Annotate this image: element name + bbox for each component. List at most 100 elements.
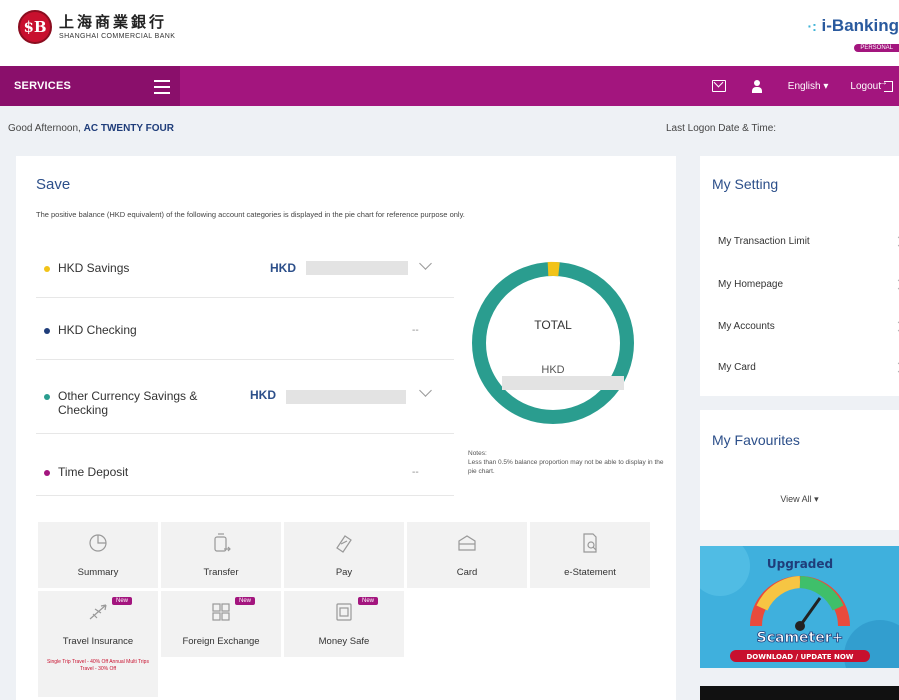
account-name: Other Currency Savings & Checking [58, 389, 198, 417]
new-badge: New [234, 597, 255, 605]
pay-icon [336, 535, 352, 553]
greeting-bar: Good Afternoon, AC TWENTY FOUR Last Logo… [0, 106, 899, 150]
tile-e-statement[interactable]: e-Statement [530, 522, 650, 588]
account-name: HKD Savings [58, 261, 130, 275]
sparkle-icon: ·: [807, 18, 817, 34]
donut-ring [472, 262, 634, 424]
account-row-other-currency[interactable]: Other Currency Savings & Checking HKD [36, 360, 454, 434]
transfer-icon [214, 533, 231, 552]
bank-logo-mark: $B [18, 10, 52, 44]
save-description: The positive balance (HKD equivalent) of… [36, 210, 465, 219]
view-all-link[interactable]: View All ▾ [700, 494, 899, 505]
logout-button[interactable]: Logout [850, 77, 893, 92]
time-deposit-dot [44, 470, 50, 476]
language-select[interactable]: English ▾ [788, 81, 829, 92]
account-currency: HKD [270, 261, 296, 275]
chart-notes: Notes: Less than 0.5% balance proportion… [468, 449, 664, 476]
chevron-right-icon [893, 321, 899, 332]
scameter-banner[interactable]: Upgraded Scameter+ DOWNLOAD / UPDATE NOW [700, 546, 899, 668]
banner-headline: Upgraded [767, 557, 833, 571]
secondary-banner[interactable] [700, 686, 899, 700]
setting-label: My Card [718, 362, 756, 373]
chevron-right-icon [893, 236, 899, 247]
tile-label: Summary [77, 567, 119, 578]
scameter-banner-art: Upgraded Scameter+ DOWNLOAD / UPDATE NOW [700, 546, 899, 668]
notes-text: Less than 0.5% balance proportion may no… [468, 459, 664, 475]
greeting-prefix: Good Afternoon, [8, 123, 84, 134]
travel-promo: Single Trip Travel - 40% Off Annual Mult… [47, 659, 149, 672]
save-title: Save [36, 176, 71, 193]
account-row-time-deposit[interactable]: Time Deposit -- [36, 434, 454, 496]
hkd-checking-dot [44, 328, 50, 334]
my-setting-card: My Setting My Transaction Limit My Homep… [700, 156, 899, 396]
tile-card[interactable]: Card [407, 522, 527, 588]
ibanking-title: i-Banking [821, 16, 899, 35]
chevron-right-icon [893, 362, 899, 373]
tile-label: Travel Insurance [62, 636, 134, 647]
balance-placeholder [286, 390, 406, 404]
notes-title: Notes: [468, 450, 487, 457]
ibanking-brand: ·: i-Banking PERSONAL [807, 16, 899, 54]
safe-icon [336, 603, 352, 621]
tile-money-safe[interactable]: New Money Safe [284, 591, 404, 657]
my-setting-title: My Setting [712, 176, 779, 192]
account-name: HKD Checking [58, 323, 137, 337]
tile-label: Transfer [203, 567, 239, 578]
tile-label: Card [456, 567, 478, 578]
new-badge: New [357, 597, 378, 605]
donut-total-placeholder [502, 376, 624, 390]
statement-icon [583, 533, 597, 553]
setting-label: My Accounts [718, 321, 775, 332]
balance-donut-chart [472, 261, 634, 424]
donut-currency: HKD [541, 364, 565, 376]
new-badge: New [111, 597, 132, 605]
setting-transaction-limit[interactable]: My Transaction Limit [718, 236, 899, 247]
mail-icon[interactable] [711, 80, 726, 92]
other-currency-dot [44, 394, 50, 400]
account-row-hkd-checking[interactable]: HKD Checking -- [36, 298, 454, 360]
banner-product: Scameter+ [757, 630, 844, 646]
tile-transfer[interactable]: Transfer [161, 522, 281, 588]
clock-chart-icon [89, 534, 107, 552]
save-panel: Save The positive balance (HKD equivalen… [16, 156, 676, 700]
setting-label: My Homepage [718, 279, 784, 290]
tile-travel-insurance[interactable]: New Travel Insurance Single Trip Travel … [38, 591, 158, 697]
account-name: Time Deposit [58, 465, 129, 479]
exchange-icon [212, 603, 230, 621]
bank-name-cn: 上海商業銀行 [59, 12, 168, 31]
tile-pay[interactable]: Pay [284, 522, 404, 588]
tile-foreign-exchange[interactable]: New Foreign Exchange [161, 591, 281, 657]
chevron-down-icon[interactable] [419, 257, 432, 270]
hkd-savings-dot [44, 266, 50, 272]
greeting-text: Good Afternoon, AC TWENTY FOUR [8, 123, 174, 134]
top-header: $B 上海商業銀行 SHANGHAI COMMERCIAL BANK ·: i-… [0, 0, 899, 66]
setting-label: My Transaction Limit [718, 236, 810, 247]
hamburger-icon[interactable] [154, 80, 170, 98]
balance-placeholder [306, 261, 408, 275]
my-favourites-title: My Favourites [712, 432, 800, 448]
tile-label: Foreign Exchange [182, 636, 260, 647]
plane-icon [89, 604, 107, 620]
logout-label: Logout [850, 80, 881, 92]
banner-cta: DOWNLOAD / UPDATE NOW [747, 653, 854, 661]
card-icon [458, 535, 476, 551]
personal-badge: PERSONAL [854, 44, 899, 52]
bank-logo[interactable]: $B 上海商業銀行 SHANGHAI COMMERCIAL BANK [18, 10, 175, 44]
account-value: -- [412, 325, 419, 336]
account-row-hkd-savings[interactable]: HKD Savings HKD [36, 236, 454, 298]
tile-label: e-Statement [564, 567, 616, 578]
user-icon[interactable] [751, 79, 762, 93]
my-favourites-card: My Favourites View All ▾ [700, 410, 899, 530]
account-currency: HKD [250, 388, 276, 402]
setting-card[interactable]: My Card [718, 362, 899, 373]
logout-icon [878, 77, 893, 92]
tile-label: Pay [335, 567, 353, 578]
tile-label: Money Safe [318, 636, 370, 647]
chevron-down-icon[interactable] [419, 384, 432, 397]
customer-name: AC TWENTY FOUR [83, 123, 174, 134]
last-logon: Last Logon Date & Time: [666, 123, 777, 134]
setting-homepage[interactable]: My Homepage [718, 279, 899, 290]
setting-accounts[interactable]: My Accounts [718, 321, 899, 332]
tile-summary[interactable]: Summary [38, 522, 158, 588]
services-menu-button[interactable]: SERVICES [0, 66, 180, 106]
